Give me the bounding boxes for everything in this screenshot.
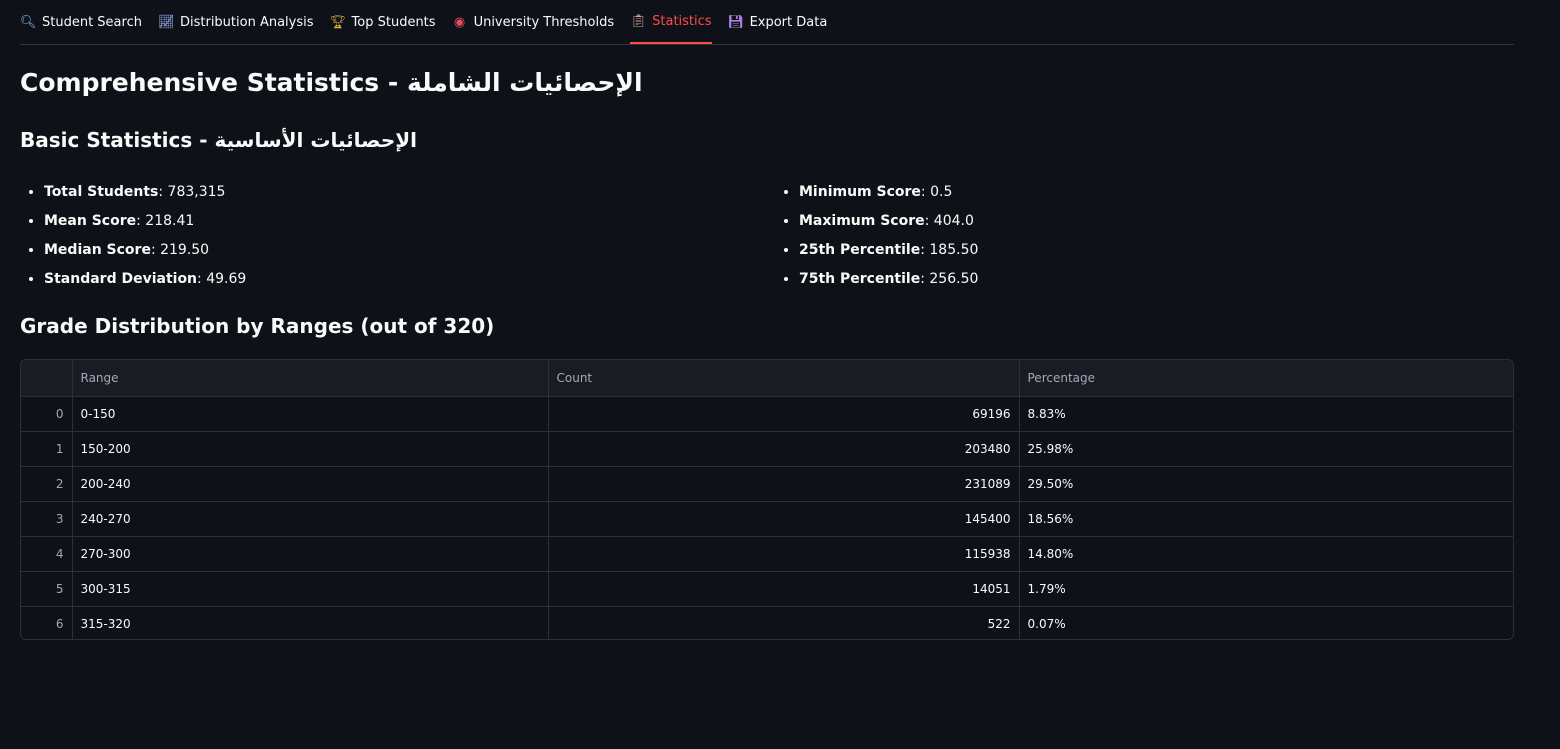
stat-median-score: Median Score: 219.50 xyxy=(44,236,246,265)
table-header-row: Range Count Percentage xyxy=(21,360,1513,397)
tab-distribution-analysis[interactable]: 📈︎ Distribution Analysis xyxy=(158,0,314,44)
stat-total-students: Total Students: 783,315 xyxy=(44,178,246,207)
tab-label: Distribution Analysis xyxy=(179,14,314,30)
clipboard-icon: 📋︎ xyxy=(630,13,647,29)
stat-minimum-score: Minimum Score: 0.5 xyxy=(799,178,978,207)
table-row: 4 270-300 115938 14.80% xyxy=(21,536,1513,572)
floppy-disk-icon: 💾︎ xyxy=(727,14,745,30)
stat-label: Maximum Score xyxy=(799,213,925,229)
stat-value: : 404.0 xyxy=(924,213,974,229)
column-header-count[interactable]: Count xyxy=(548,360,1020,397)
tab-label: Top Students xyxy=(351,14,436,30)
table-row: 0 0-150 69196 8.83% xyxy=(21,396,1513,432)
cell-percentage[interactable]: 29.50% xyxy=(1019,466,1513,502)
table-row: 2 200-240 231089 29.50% xyxy=(21,466,1513,502)
column-header-range[interactable]: Range xyxy=(72,360,549,397)
cell-count[interactable]: 69196 xyxy=(548,396,1020,432)
chart-icon: 📈︎ xyxy=(157,14,175,30)
tab-top-students[interactable]: 🏆︎ Top Students xyxy=(330,0,436,44)
cell-percentage[interactable]: 18.56% xyxy=(1019,501,1513,537)
stat-value: : 783,315 xyxy=(158,184,226,200)
cell-range[interactable]: 315-320 xyxy=(72,606,549,639)
tab-label: Student Search xyxy=(42,14,142,30)
stat-label: Total Students xyxy=(44,184,159,200)
tab-bar: 🔍︎ Student Search 📈︎ Distribution Analys… xyxy=(20,0,1514,45)
cell-range[interactable]: 200-240 xyxy=(72,466,549,502)
cell-count[interactable]: 203480 xyxy=(548,431,1020,467)
stat-label: 75th Percentile xyxy=(799,271,921,287)
target-icon: ◉ xyxy=(453,14,466,30)
cell-range[interactable]: 270-300 xyxy=(72,536,549,572)
trophy-icon: 🏆︎ xyxy=(329,14,347,30)
data-table: Range Count Percentage 0 0-150 69196 8.8… xyxy=(21,360,1513,639)
stat-standard-deviation: Standard Deviation: 49.69 xyxy=(44,265,246,294)
stat-value: : 0.5 xyxy=(920,184,953,200)
tab-student-search[interactable]: 🔍︎ Student Search xyxy=(20,0,142,44)
statistics-page: 🔍︎ Student Search 📈︎ Distribution Analys… xyxy=(0,0,1560,749)
grade-distribution-heading: Grade Distribution by Ranges (out of 320… xyxy=(20,314,495,338)
column-header-index[interactable] xyxy=(21,360,73,397)
stat-75th-percentile: 75th Percentile: 256.50 xyxy=(799,265,978,294)
cell-range[interactable]: 240-270 xyxy=(72,501,549,537)
table-row: 5 300-315 14051 1.79% xyxy=(21,571,1513,607)
tab-university-thresholds[interactable]: ◉ University Thresholds xyxy=(452,0,615,44)
tab-label: Export Data xyxy=(749,14,828,30)
cell-count[interactable]: 115938 xyxy=(548,536,1020,572)
stat-value: : 49.69 xyxy=(197,271,247,287)
stat-value: : 219.50 xyxy=(150,242,210,258)
cell-count[interactable]: 522 xyxy=(548,606,1020,639)
table-row: 6 315-320 522 0.07% xyxy=(21,606,1513,639)
stat-value: : 218.41 xyxy=(136,213,195,229)
cell-percentage[interactable]: 1.79% xyxy=(1019,571,1513,607)
page-title: Comprehensive Statistics - الإحصائيات ال… xyxy=(20,68,643,97)
basic-statistics-heading: Basic Statistics - الإحصائيات الأساسية xyxy=(20,128,418,152)
stat-value: : 185.50 xyxy=(920,242,979,258)
row-index: 2 xyxy=(21,466,73,502)
stat-label: Median Score xyxy=(44,242,151,258)
cell-percentage[interactable]: 8.83% xyxy=(1019,396,1513,432)
table-row: 1 150-200 203480 25.98% xyxy=(21,431,1513,467)
stat-label: Mean Score xyxy=(44,213,137,229)
tab-export-data[interactable]: 💾︎ Export Data xyxy=(728,0,828,44)
cell-count[interactable]: 145400 xyxy=(548,501,1020,537)
table-row: 3 240-270 145400 18.56% xyxy=(21,501,1513,537)
cell-count[interactable]: 231089 xyxy=(548,466,1020,502)
stat-value: : 256.50 xyxy=(920,271,979,287)
stats-list-left: Total Students: 783,315 Mean Score: 218.… xyxy=(20,178,246,294)
cell-percentage[interactable]: 14.80% xyxy=(1019,536,1513,572)
tab-label: University Thresholds xyxy=(473,14,615,30)
stats-list-right: Minimum Score: 0.5 Maximum Score: 404.0 … xyxy=(775,178,978,294)
grade-distribution-table[interactable]: Range Count Percentage 0 0-150 69196 8.8… xyxy=(20,359,1514,640)
row-index: 6 xyxy=(21,606,73,639)
row-index: 5 xyxy=(21,571,73,607)
row-index: 3 xyxy=(21,501,73,537)
search-icon: 🔍︎ xyxy=(20,14,37,30)
stat-label: 25th Percentile xyxy=(799,242,921,258)
stat-25th-percentile: 25th Percentile: 185.50 xyxy=(799,236,978,265)
stat-label: Standard Deviation xyxy=(44,271,198,287)
stat-label: Minimum Score xyxy=(799,184,921,200)
tab-statistics[interactable]: 📋︎ Statistics xyxy=(630,0,712,44)
cell-range[interactable]: 150-200 xyxy=(72,431,549,467)
stat-maximum-score: Maximum Score: 404.0 xyxy=(799,207,978,236)
tab-label: Statistics xyxy=(652,13,712,29)
row-index: 4 xyxy=(21,536,73,572)
stat-mean-score: Mean Score: 218.41 xyxy=(44,207,246,236)
cell-count[interactable]: 14051 xyxy=(548,571,1020,607)
row-index: 1 xyxy=(21,431,73,467)
column-header-percentage[interactable]: Percentage xyxy=(1019,360,1513,397)
cell-range[interactable]: 300-315 xyxy=(72,571,549,607)
cell-percentage[interactable]: 25.98% xyxy=(1019,431,1513,467)
row-index: 0 xyxy=(21,396,73,432)
cell-percentage[interactable]: 0.07% xyxy=(1019,606,1513,639)
cell-range[interactable]: 0-150 xyxy=(72,396,549,432)
